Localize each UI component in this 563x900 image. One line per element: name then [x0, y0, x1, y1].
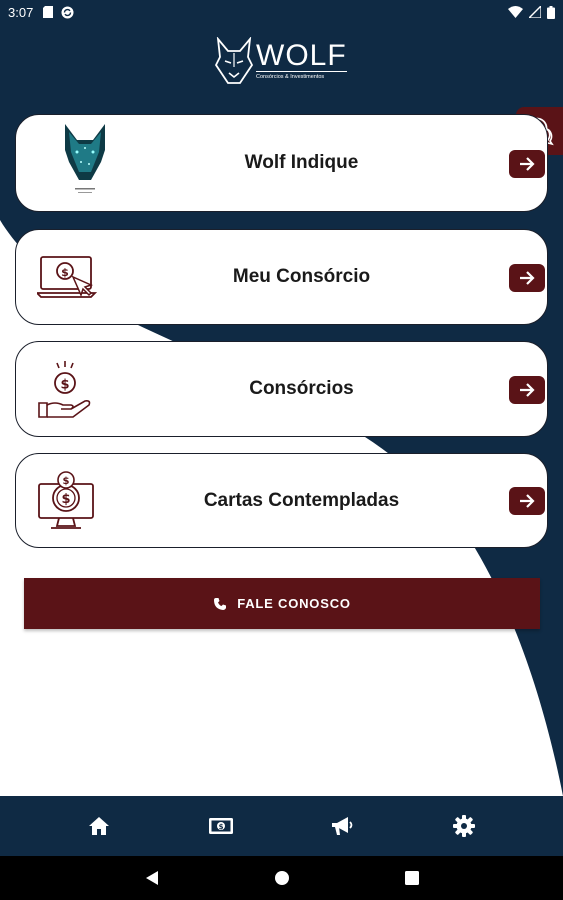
- phone-icon: [214, 597, 227, 610]
- menu-card-cartas-contempladas[interactable]: $ $ Cartas Contempladas: [15, 453, 548, 548]
- home-circle-icon: [274, 871, 289, 885]
- brand-text: WOLF Consórcios & Investimentos: [256, 41, 347, 81]
- nav-announcements[interactable]: [317, 801, 367, 851]
- back-icon: [145, 871, 158, 885]
- svg-text:$: $: [61, 266, 69, 279]
- arrow-right-icon: [520, 494, 535, 508]
- brand-logo: WOLF Consórcios & Investimentos: [214, 36, 354, 86]
- nav-money[interactable]: $: [196, 801, 246, 851]
- arrow-right-button[interactable]: [509, 487, 545, 515]
- menu-card-consorcios[interactable]: $ Consórcios: [15, 341, 548, 437]
- arrow-right-button[interactable]: [509, 150, 545, 178]
- app-screen: 3:07 WOLF Consórcios & Investimentos Wol…: [0, 0, 563, 900]
- svg-text:$: $: [61, 492, 70, 507]
- megaphone-icon: [332, 817, 353, 835]
- fale-conosco-label: FALE CONOSCO: [237, 596, 351, 611]
- brand-tagline: Consórcios & Investimentos: [256, 71, 347, 81]
- status-time: 3:07: [8, 4, 34, 20]
- sd-card-icon: [43, 6, 54, 18]
- arrow-right-icon: [520, 157, 535, 171]
- status-icons-right: [508, 5, 555, 19]
- svg-text:$: $: [218, 823, 223, 831]
- wolf-logo-icon: [52, 124, 118, 195]
- sync-icon: [61, 6, 74, 18]
- menu-card-meu-consorcio[interactable]: $ Meu Consórcio: [15, 229, 548, 325]
- arrow-right-icon: [520, 383, 535, 397]
- arrow-right-icon: [520, 271, 535, 285]
- svg-text:$: $: [63, 476, 70, 487]
- brand-name: WOLF: [256, 39, 347, 72]
- home-icon: [88, 817, 109, 835]
- computer-coins-icon: $ $: [34, 466, 100, 536]
- hand-coin-icon: $: [34, 356, 100, 426]
- battery-icon: [547, 5, 555, 19]
- system-recents-button[interactable]: [397, 863, 427, 893]
- gear-icon: [453, 815, 476, 837]
- wifi-icon: [508, 6, 523, 18]
- wolf-head-icon: [214, 37, 254, 84]
- fale-conosco-button[interactable]: FALE CONOSCO: [24, 578, 540, 629]
- arrow-right-button[interactable]: [509, 376, 545, 404]
- monitor-dollar-icon: $: [34, 242, 100, 312]
- nav-settings[interactable]: [439, 801, 489, 851]
- svg-text:$: $: [60, 378, 69, 393]
- status-bar: 3:07: [0, 0, 563, 24]
- recents-icon: [404, 871, 419, 885]
- system-back-button[interactable]: [137, 863, 167, 893]
- nav-home[interactable]: [74, 801, 124, 851]
- status-icons-left: [43, 6, 74, 19]
- menu-card-wolf-indique[interactable]: Wolf Indique: [15, 114, 548, 212]
- system-home-button[interactable]: [267, 863, 297, 893]
- arrow-right-button[interactable]: [509, 264, 545, 292]
- bottom-navigation: $: [0, 796, 563, 856]
- money-icon: $: [208, 818, 233, 834]
- system-navigation: [0, 856, 563, 900]
- signal-icon: [529, 6, 541, 18]
